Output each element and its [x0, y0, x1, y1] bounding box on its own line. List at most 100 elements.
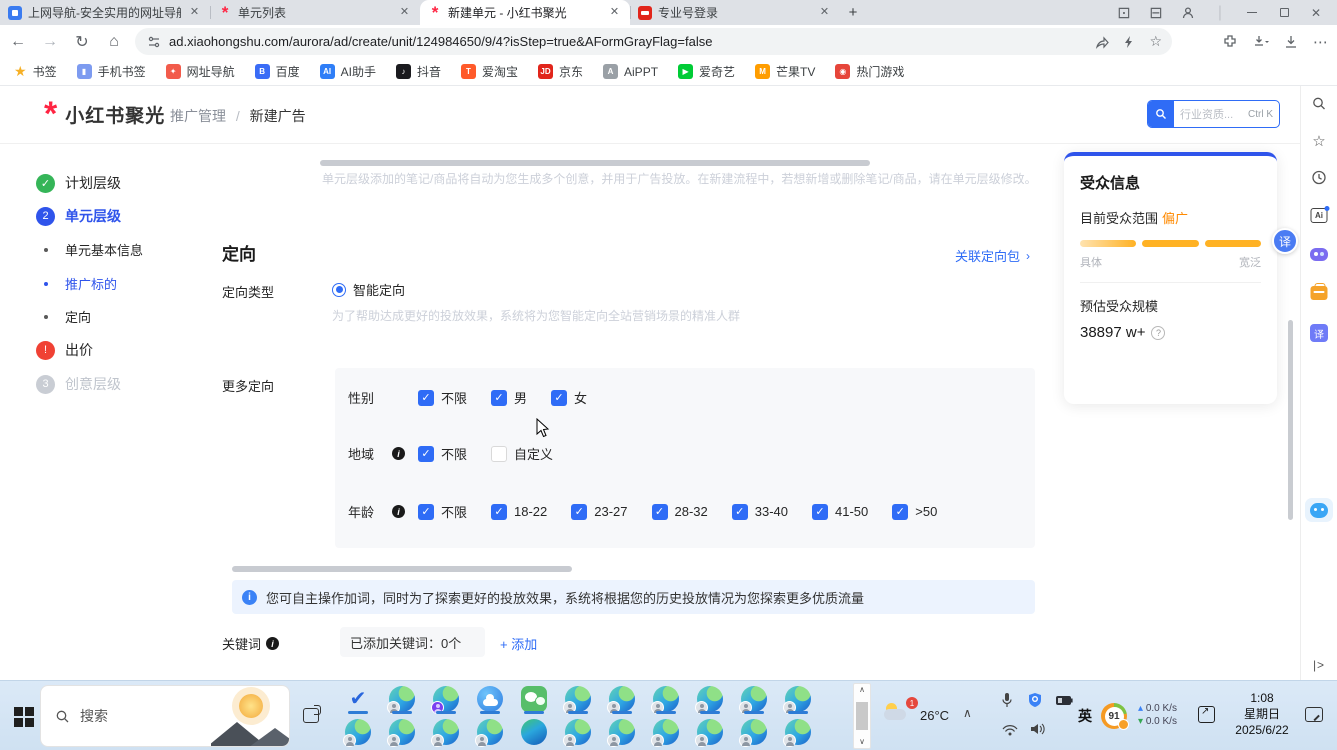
profile-icon[interactable]	[1175, 2, 1201, 24]
tab-close-icon[interactable]: ✕	[607, 5, 622, 20]
bookmark-爱淘宝[interactable]: T爱淘宝	[461, 63, 518, 80]
site-settings-icon[interactable]	[147, 35, 161, 49]
bookmark-star-icon[interactable]: ☆	[1149, 33, 1162, 50]
search-icon[interactable]	[1312, 96, 1327, 111]
extensions-icon[interactable]	[1223, 34, 1238, 49]
checkbox-自定义[interactable]: 自定义	[491, 444, 553, 463]
scroll-thumb[interactable]	[856, 702, 868, 730]
battery-icon[interactable]	[1056, 694, 1073, 706]
taskbar-app-edge[interactable]	[600, 682, 644, 715]
downloads-recent-icon[interactable]	[1253, 35, 1269, 49]
taskbar-app-edge-plain[interactable]	[512, 715, 556, 748]
browser-tools-icon[interactable]: ⊟	[1143, 2, 1169, 24]
bookmark-爱奇艺[interactable]: ▶爱奇艺	[678, 63, 735, 80]
taskbar-search-input[interactable]: 搜索	[40, 685, 290, 747]
taskbar-app-edge[interactable]	[644, 682, 688, 715]
checkbox-23-27[interactable]: ✓23-27	[571, 504, 627, 520]
bookmark-手机书签[interactable]: ▮手机书签	[77, 63, 146, 80]
sidebar-item-unit-level[interactable]: 2 单元层级	[36, 206, 121, 226]
close-button[interactable]: ✕	[1303, 2, 1329, 24]
wifi-icon[interactable]	[1002, 724, 1018, 736]
checkbox-28-32[interactable]: ✓28-32	[652, 504, 708, 520]
bookmark-书签[interactable]: ★书签	[14, 63, 57, 80]
forward-icon[interactable]: →	[36, 28, 64, 56]
sidebar-item-unit-basic-info[interactable]: 单元基本信息	[36, 240, 143, 259]
taskbar-app-edge[interactable]	[468, 715, 512, 748]
info-icon[interactable]: i	[392, 505, 405, 518]
sidebar-item-bidding[interactable]: ! 出价	[36, 340, 93, 360]
scroll-up-icon[interactable]: ∧	[859, 685, 865, 695]
taskbar-overflow-scrollbar[interactable]: ∧ ∨	[853, 683, 871, 749]
taskbar-app-edge-e[interactable]	[424, 682, 468, 715]
collapse-rail-icon[interactable]: |>	[1313, 658, 1325, 672]
sidebar-item-plan-level[interactable]: ✓ 计划层级	[36, 173, 121, 193]
bookmark-AI助手[interactable]: AIAI助手	[320, 63, 376, 80]
speaker-icon[interactable]	[1030, 722, 1046, 736]
tab-nav-site[interactable]: 上网导航-安全实用的网址导航 ✕	[0, 0, 210, 25]
taskbar-app-edge[interactable]	[600, 715, 644, 748]
url-bar[interactable]: ad.xiaohongshu.com/aurora/ad/create/unit…	[135, 28, 1172, 55]
battery-ring-indicator[interactable]: 91	[1101, 703, 1127, 729]
taskbar-app-edge[interactable]	[556, 715, 600, 748]
translate-bubble[interactable]: 译	[1272, 228, 1298, 254]
bookmark-热门游戏[interactable]: ◉热门游戏	[835, 63, 904, 80]
info-icon[interactable]: i	[266, 637, 279, 650]
bookmark-抖音[interactable]: ♪抖音	[396, 63, 441, 80]
sidebar-item-promo-target[interactable]: 推广标的	[36, 274, 117, 293]
taskbar-app-edge[interactable]	[688, 682, 732, 715]
info-icon[interactable]: i	[392, 447, 405, 460]
taskbar-app-edge[interactable]	[556, 682, 600, 715]
minimize-button[interactable]	[1239, 2, 1265, 24]
tab-close-icon[interactable]: ✕	[817, 5, 832, 20]
notification-center-icon[interactable]	[1305, 707, 1323, 722]
maximize-button[interactable]	[1271, 2, 1297, 24]
checkbox-18-22[interactable]: ✓18-22	[491, 504, 547, 520]
task-view-icon[interactable]	[303, 708, 319, 723]
refresh-icon[interactable]: ↻	[68, 28, 96, 56]
taskbar-app-edge[interactable]	[732, 682, 776, 715]
targeting-package-link[interactable]: 关联定向包 ›	[955, 246, 1030, 265]
checkbox-41-50[interactable]: ✓41-50	[812, 504, 868, 520]
page-scrollbar[interactable]	[1288, 320, 1293, 520]
bookmark-芒果TV[interactable]: M芒果TV	[755, 63, 815, 80]
horizontal-scrollbar-bottom[interactable]	[232, 566, 572, 572]
history-clock-icon[interactable]	[1312, 170, 1327, 185]
taskbar-app-quark[interactable]	[468, 682, 512, 715]
horizontal-scrollbar-top[interactable]	[320, 160, 870, 166]
checkbox-不限[interactable]: ✓不限	[418, 388, 467, 407]
start-button-icon[interactable]	[14, 707, 34, 727]
favorites-star-icon[interactable]: ☆	[1312, 132, 1325, 150]
taskbar-app-edge[interactable]	[424, 715, 468, 748]
network-speed[interactable]: ▴ 0.0 K/s ▾ 0.0 K/s	[1138, 702, 1177, 728]
taskbar-app-edge[interactable]	[336, 715, 380, 748]
scroll-down-icon[interactable]: ∨	[859, 737, 865, 747]
workspace-icon[interactable]: ⊡	[1111, 2, 1137, 24]
more-menu-icon[interactable]: ⋯	[1313, 33, 1329, 51]
sunrise-image[interactable]	[211, 686, 289, 746]
bookmark-百度[interactable]: B百度	[255, 63, 300, 80]
add-keyword-button[interactable]: + 添加	[500, 634, 537, 653]
tray-expand-chevron-icon[interactable]: ∧	[963, 706, 972, 720]
ime-indicator[interactable]: 英	[1078, 706, 1092, 726]
taskbar-app-wechat[interactable]	[512, 682, 556, 715]
sidebar-item-creative-level[interactable]: 3 创意层级	[36, 374, 121, 394]
header-search-input[interactable]: 行业资质... Ctrl K	[1147, 100, 1280, 128]
checkbox-33-40[interactable]: ✓33-40	[732, 504, 788, 520]
taskbar-app-edge[interactable]	[776, 715, 820, 748]
tab-new-unit-active[interactable]: * 新建单元 - 小红书聚光 ✕	[420, 0, 630, 25]
tab-unit-list[interactable]: * 单元列表 ✕	[210, 0, 420, 25]
tab-close-icon[interactable]: ✕	[397, 5, 412, 20]
taskbar-clock[interactable]: 1:08 星期日 2025/6/22	[1228, 690, 1296, 738]
checkbox->50[interactable]: ✓>50	[892, 504, 937, 520]
breadcrumb-promo-mgmt[interactable]: 推广管理	[170, 108, 226, 124]
tab-pro-login[interactable]: 专业号登录 ✕	[630, 0, 840, 25]
bookmark-京东[interactable]: JD京东	[538, 63, 583, 80]
sidebar-item-targeting[interactable]: 定向	[36, 307, 91, 326]
chat-assistant-icon[interactable]	[1305, 498, 1333, 522]
bookmark-AiPPT[interactable]: AAiPPT	[603, 64, 658, 79]
checkbox-女[interactable]: ✓女	[551, 388, 587, 407]
home-icon[interactable]: ⌂	[100, 28, 128, 56]
help-icon[interactable]: ?	[1151, 326, 1165, 340]
checkbox-不限[interactable]: ✓不限	[418, 444, 467, 463]
smart-targeting-radio[interactable]: 智能定向	[332, 280, 405, 299]
